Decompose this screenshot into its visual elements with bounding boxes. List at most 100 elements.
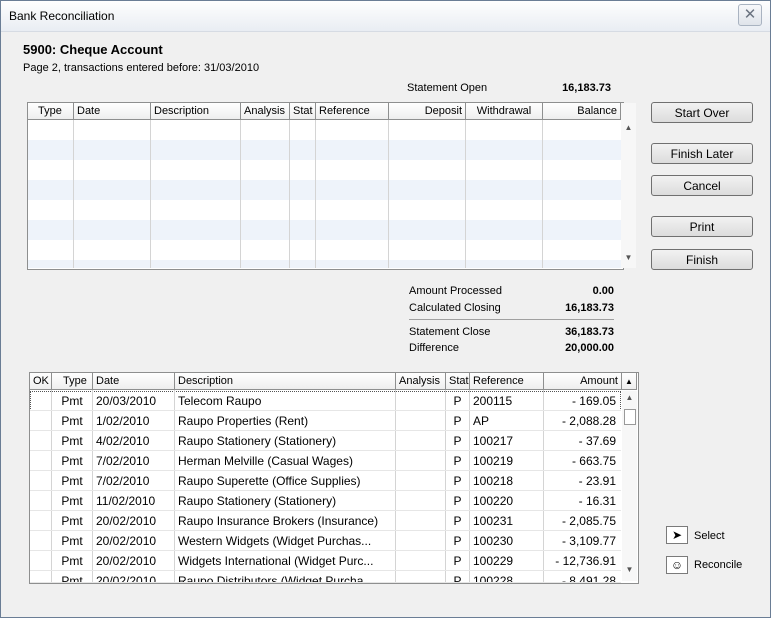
table-row[interactable]: Pmt 20/02/2010 Raupo Distributors (Widget … [30, 571, 621, 583]
cell-amount: - 3,109.77 [561, 534, 616, 548]
scroll-up-icon[interactable]: ▲ [622, 393, 637, 402]
col-divider [542, 120, 543, 268]
cell-analysis [399, 551, 442, 570]
scroll-down-icon[interactable]: ▼ [621, 253, 636, 262]
cell-ok[interactable] [33, 431, 48, 450]
cell-reference: 100231 [473, 514, 514, 528]
col-ok[interactable]: OK [30, 373, 52, 390]
cell-stat: P [453, 474, 462, 488]
col-deposit[interactable]: Deposit [389, 103, 466, 120]
scroll-down-icon[interactable]: ▼ [622, 565, 637, 574]
reconcile-legend-label: Reconcile [694, 559, 743, 571]
statement-open-value: 16,183.73 [562, 82, 611, 94]
cell-analysis [399, 411, 442, 430]
cell-analysis [399, 391, 442, 410]
select-legend-label: Select [694, 530, 725, 542]
difference-label: Difference [409, 342, 459, 354]
cell-amount: - 663.75 [571, 454, 616, 468]
close-icon[interactable]: ✕ [744, 6, 757, 23]
cell-description: Raupo Stationery (Stationery) [178, 434, 337, 448]
cancel-button[interactable]: Cancel [651, 175, 753, 196]
amount-processed-value: 0.00 [592, 285, 614, 297]
cell-ok[interactable] [33, 451, 48, 470]
cell-analysis [399, 491, 442, 510]
table-row[interactable]: Pmt 1/02/2010 Raupo Properties (Rent) P AP - … [30, 411, 621, 431]
cell-stat: P [453, 494, 462, 508]
cell-ok[interactable] [33, 491, 48, 510]
cell-amount: - 37.69 [578, 434, 616, 448]
cell-amount: - 2,088.28 [561, 414, 616, 428]
cell-reference: 100219 [473, 454, 514, 468]
cell-date: 11/02/2010 [96, 494, 156, 508]
cell-ok[interactable] [33, 551, 48, 570]
unreconciled-transactions-grid[interactable]: OK Type Date Description Analysis Stat R… [29, 372, 639, 584]
cell-analysis [399, 471, 442, 490]
cell-type: Pmt [61, 454, 83, 468]
col-date[interactable]: Date [93, 373, 175, 390]
cell-type: Pmt [61, 554, 83, 568]
window-title: Bank Reconciliation [9, 9, 115, 23]
col-analysis[interactable]: Analysis [396, 373, 446, 390]
table-row[interactable]: Pmt 20/02/2010 Raupo Insurance Brokers (In… [30, 511, 621, 531]
select-legend-icon: ➤ [666, 526, 688, 544]
table-row[interactable]: Pmt 7/02/2010 Raupo Superette (Office Supp… [30, 471, 621, 491]
sort-icon[interactable]: ▲ [622, 373, 637, 390]
cell-stat: P [453, 434, 462, 448]
col-reference[interactable]: Reference [316, 103, 389, 120]
cell-reference: AP [473, 414, 490, 428]
cell-date: 7/02/2010 [96, 454, 150, 468]
cell-ok[interactable] [33, 391, 48, 410]
cell-description: Widgets International (Widget Purc... [178, 554, 374, 568]
col-type[interactable]: Type [28, 103, 74, 120]
col-reference[interactable]: Reference [470, 373, 544, 390]
cell-reference: 100217 [473, 434, 514, 448]
col-description[interactable]: Description [151, 103, 241, 120]
col-balance[interactable]: Balance [543, 103, 621, 120]
cell-ok[interactable] [33, 471, 48, 490]
cell-analysis [399, 531, 442, 550]
col-analysis[interactable]: Analysis [241, 103, 290, 120]
col-stat[interactable]: Stat [446, 373, 470, 390]
bottom-grid-scrollbar[interactable]: ▲ ▼ [622, 391, 637, 581]
cell-analysis [399, 571, 442, 582]
cell-date: 20/03/2010 [96, 394, 157, 408]
finish-button[interactable]: Finish [651, 249, 753, 270]
table-row[interactable]: Pmt 20/03/2010 Telecom Raupo P 200115 - 169.0… [30, 391, 621, 411]
bank-reconciliation-window: Bank Reconciliation ✕ 5900: Cheque Accou… [0, 0, 771, 618]
close-button[interactable]: ✕ [738, 4, 762, 26]
print-button[interactable]: Print [651, 216, 753, 237]
reconciled-transactions-grid[interactable]: Type Date Description Analysis Stat Refe… [27, 102, 636, 270]
col-date[interactable]: Date [74, 103, 151, 120]
account-title: 5900: Cheque Account [23, 42, 163, 57]
col-stat[interactable]: Stat [290, 103, 316, 120]
cell-analysis [399, 451, 442, 470]
col-type[interactable]: Type [52, 373, 93, 390]
summary-divider [409, 319, 614, 320]
table-row[interactable]: Pmt 7/02/2010 Herman Melville (Casual Wage… [30, 451, 621, 471]
col-withdrawal[interactable]: Withdrawal [466, 103, 543, 120]
cell-ok[interactable] [33, 531, 48, 550]
cell-stat: P [453, 554, 462, 568]
col-divider [150, 120, 151, 268]
cell-description: Raupo Insurance Brokers (Insurance) [178, 514, 379, 528]
cell-type: Pmt [61, 394, 83, 408]
start-over-button[interactable]: Start Over [651, 102, 753, 123]
col-amount[interactable]: Amount [544, 373, 622, 390]
calculated-closing-label: Calculated Closing [409, 302, 501, 314]
cell-ok[interactable] [33, 511, 48, 530]
top-grid-scrollbar[interactable]: ▲ ▼ [621, 103, 636, 268]
cell-ok[interactable] [33, 411, 48, 430]
scroll-up-icon[interactable]: ▲ [621, 123, 636, 132]
table-row[interactable]: Pmt 4/02/2010 Raupo Stationery (Stationery… [30, 431, 621, 451]
table-row[interactable]: Pmt 20/02/2010 Western Widgets (Widget Pur… [30, 531, 621, 551]
scroll-thumb[interactable] [624, 409, 636, 425]
grid-row-band [28, 140, 621, 160]
cell-description: Raupo Distributors (Widget Purcha... [178, 574, 374, 583]
finish-later-button[interactable]: Finish Later [651, 143, 753, 164]
table-row[interactable]: Pmt 20/02/2010 Widgets International (Widg… [30, 551, 621, 571]
statement-close-label: Statement Close [409, 326, 491, 338]
cell-description: Raupo Superette (Office Supplies) [178, 474, 361, 488]
cell-ok[interactable] [33, 571, 48, 582]
table-row[interactable]: Pmt 11/02/2010 Raupo Stationery (Stationer… [30, 491, 621, 511]
col-description[interactable]: Description [175, 373, 396, 390]
